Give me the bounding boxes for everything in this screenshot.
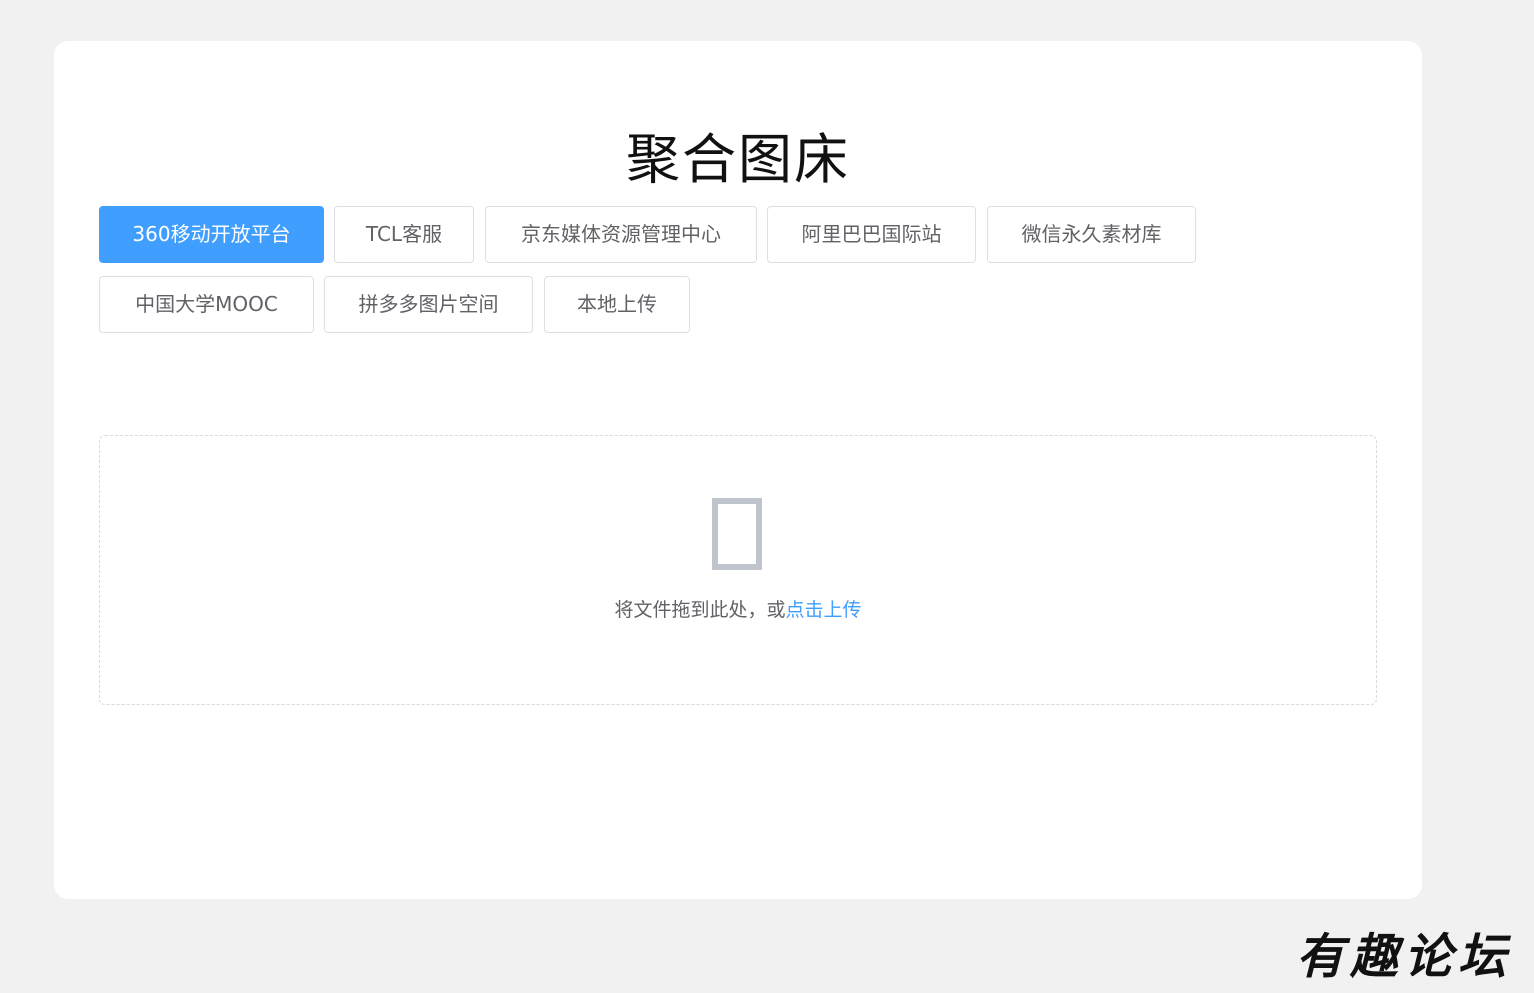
tab-local[interactable]: 本地上传	[544, 276, 690, 333]
tab-tcl[interactable]: TCL客服	[334, 206, 474, 263]
tab-pinduoduo[interactable]: 拼多多图片空间	[324, 276, 533, 333]
forum-watermark: 有趣论坛	[1295, 929, 1512, 985]
upload-dropzone[interactable]: 将文件拖到此处，或点击上传	[99, 435, 1377, 705]
page-title: 聚合图床	[626, 128, 850, 191]
upload-icon	[712, 498, 762, 570]
main-card: 聚合图床 360移动开放平台 TCL客服 京东媒体资源管理中心 阿里巴巴国际站 …	[54, 41, 1422, 899]
tab-mooc[interactable]: 中国大学MOOC	[99, 276, 314, 333]
tab-wechat[interactable]: 微信永久素材库	[987, 206, 1196, 263]
upload-prompt: 将文件拖到此处，或点击上传	[100, 594, 1376, 626]
upload-prompt-text: 将文件拖到此处，或	[614, 599, 786, 621]
click-upload-link[interactable]: 点击上传	[786, 599, 862, 621]
tab-jd[interactable]: 京东媒体资源管理中心	[485, 206, 757, 263]
tab-alibaba[interactable]: 阿里巴巴国际站	[767, 206, 976, 263]
tab-360[interactable]: 360移动开放平台	[99, 206, 324, 263]
